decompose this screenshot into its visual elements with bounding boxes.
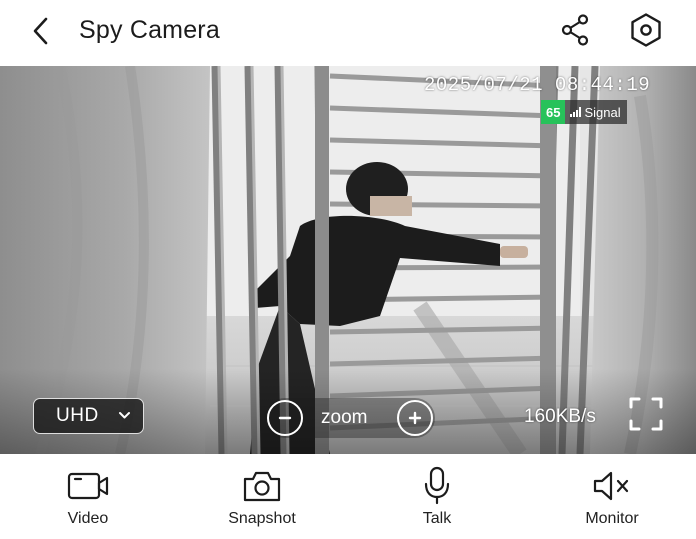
fullscreen-icon	[629, 397, 663, 431]
camera-feed[interactable]: 2025/07/21 08:44:19 65 Signal UHD zoom 1…	[0, 66, 696, 454]
timestamp-overlay: 2025/07/21 08:44:19	[424, 74, 651, 96]
monitor-label: Monitor	[585, 510, 639, 527]
plus-icon	[408, 411, 422, 425]
minus-icon	[278, 416, 292, 420]
zoom-in-button[interactable]	[397, 400, 433, 436]
chevron-down-icon	[119, 412, 130, 419]
chevron-left-icon	[33, 17, 48, 45]
control-toolbar: Video Snapshot Talk Monitor	[0, 454, 696, 539]
zoom-control: zoom	[265, 398, 435, 438]
back-button[interactable]	[24, 14, 58, 48]
share-button[interactable]	[556, 11, 594, 49]
signal-value: 65	[541, 100, 566, 124]
quality-selector[interactable]: UHD	[33, 398, 144, 434]
snapshot-button[interactable]: Snapshot	[207, 466, 317, 534]
camera-scene-image	[0, 66, 696, 454]
monitor-button[interactable]: Monitor	[557, 466, 667, 534]
signal-indicator: 65 Signal	[541, 100, 627, 124]
share-icon	[561, 14, 589, 46]
bitrate-readout: 160KB/s	[524, 406, 596, 427]
talk-button[interactable]: Talk	[382, 466, 492, 534]
video-button[interactable]: Video	[33, 466, 143, 534]
video-label: Video	[67, 510, 109, 527]
hexagon-settings-icon	[631, 13, 661, 47]
microphone-icon	[424, 466, 450, 505]
app-header: Spy Camera	[0, 0, 696, 66]
fullscreen-button[interactable]	[628, 396, 664, 432]
zoom-label: zoom	[321, 407, 368, 428]
page-title: Spy Camera	[79, 16, 220, 44]
signal-badge: Signal	[565, 100, 627, 124]
video-camera-icon	[67, 472, 109, 500]
signal-label: Signal	[584, 104, 621, 120]
quality-value: UHD	[56, 405, 99, 426]
camera-icon	[243, 471, 281, 502]
speaker-muted-icon	[593, 471, 629, 501]
zoom-out-button[interactable]	[267, 400, 303, 436]
talk-label: Talk	[422, 510, 452, 527]
snapshot-label: Snapshot	[228, 510, 296, 527]
settings-button[interactable]	[626, 10, 666, 50]
signal-bars-icon	[570, 107, 582, 117]
